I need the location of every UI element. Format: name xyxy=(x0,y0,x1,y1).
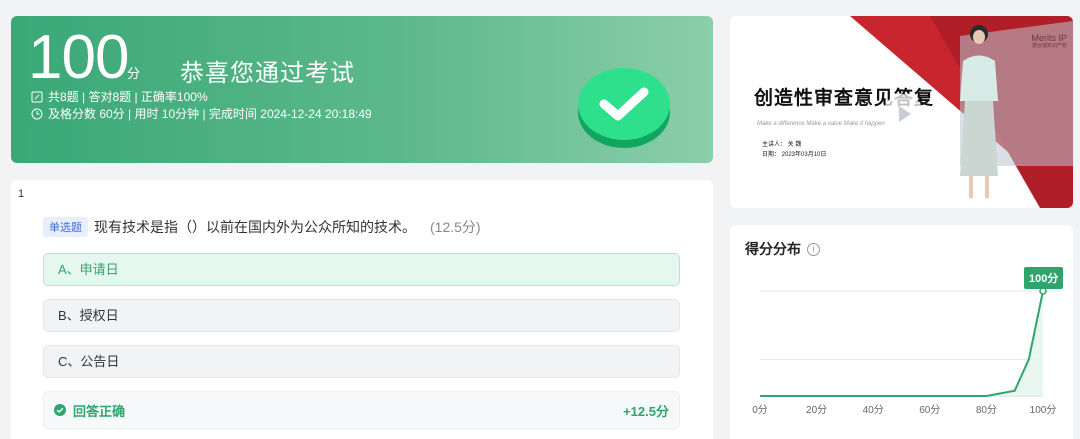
stats-line-1: 共8题 | 答对8题 | 正确率100% xyxy=(31,88,208,106)
score-unit: 分 xyxy=(127,66,141,81)
clock-icon xyxy=(31,108,43,120)
total-score: 100 xyxy=(28,23,129,92)
score-distribution-card: 得分分布 i 100分 0分 20分 40分 60分 80分 100分 xyxy=(730,225,1073,439)
result-points: +12.5分 xyxy=(623,403,669,419)
series-area xyxy=(760,291,1043,396)
chart-tooltip: 100分 xyxy=(1024,267,1064,289)
question-type-tag: 单选题 xyxy=(43,217,88,237)
x-tick-label: 80分 xyxy=(975,405,997,416)
option-c[interactable]: C、公告日 xyxy=(43,345,680,378)
question-header: 单选题 现有技术是指（）以前在国内外为公众所知的技术。 (12.5分) xyxy=(43,217,481,237)
video-speaker: 主讲人： 关 魏 xyxy=(762,142,802,148)
stats-text-1: 共8题 | 答对8题 | 正确率100% xyxy=(48,90,208,104)
edit-icon xyxy=(31,91,43,103)
question-text: 现有技术是指（）以前在国内外为公众所知的技术。 xyxy=(94,219,416,235)
option-b[interactable]: B、授权日 xyxy=(43,299,680,332)
distribution-chart xyxy=(760,287,1047,397)
x-tick-label: 40分 xyxy=(862,405,884,416)
logo-subtitle: 德合诚知识产权 xyxy=(1031,43,1067,49)
play-icon xyxy=(899,106,911,122)
result-status: 回答正确 xyxy=(54,401,125,420)
option-a[interactable]: A、申请日 xyxy=(43,253,680,286)
question-score: (12.5分) xyxy=(430,219,481,235)
video-subtitle: Make a difference Make a value Make it h… xyxy=(757,121,885,127)
stats-line-2: 及格分数 60分 | 用时 10分钟 | 完成时间 2024-12-24 20:… xyxy=(31,105,372,123)
video-meta: 主讲人： 关 魏 日期： 2023年03月10日 xyxy=(762,140,826,160)
pass-check-badge-icon xyxy=(578,68,670,148)
stats-text-2: 及格分数 60分 | 用时 10分钟 | 完成时间 2024-12-24 20:… xyxy=(48,107,372,121)
x-tick-label: 100分 xyxy=(1029,405,1057,416)
brand-logo: Merits IP 德合诚知识产权 xyxy=(1031,34,1067,50)
x-tick-label: 60分 xyxy=(919,405,941,416)
logo-name: Merits IP xyxy=(1031,33,1067,43)
question-card: 1 单选题 现有技术是指（）以前在国内外为公众所知的技术。 (12.5分) A、… xyxy=(11,180,713,439)
play-button[interactable] xyxy=(883,94,923,134)
result-banner: 100 分 恭喜您通过考试 共8题 | 答对8题 | 正确率100% 及格分数 … xyxy=(11,16,713,163)
series-line xyxy=(760,290,1044,397)
check-circle-icon xyxy=(54,404,66,416)
x-tick-label: 0分 xyxy=(752,405,768,416)
x-tick-label: 20分 xyxy=(806,405,828,416)
course-video[interactable]: 创造性审查意见答复 Make a difference Make a value… xyxy=(730,16,1073,208)
congrats-message: 恭喜您通过考试 xyxy=(180,60,355,87)
answer-result: 回答正确 +12.5分 xyxy=(43,391,680,429)
result-label: 回答正确 xyxy=(73,403,126,419)
question-number: 1 xyxy=(11,180,33,208)
video-date: 日期： 2023年03月10日 xyxy=(762,152,827,158)
